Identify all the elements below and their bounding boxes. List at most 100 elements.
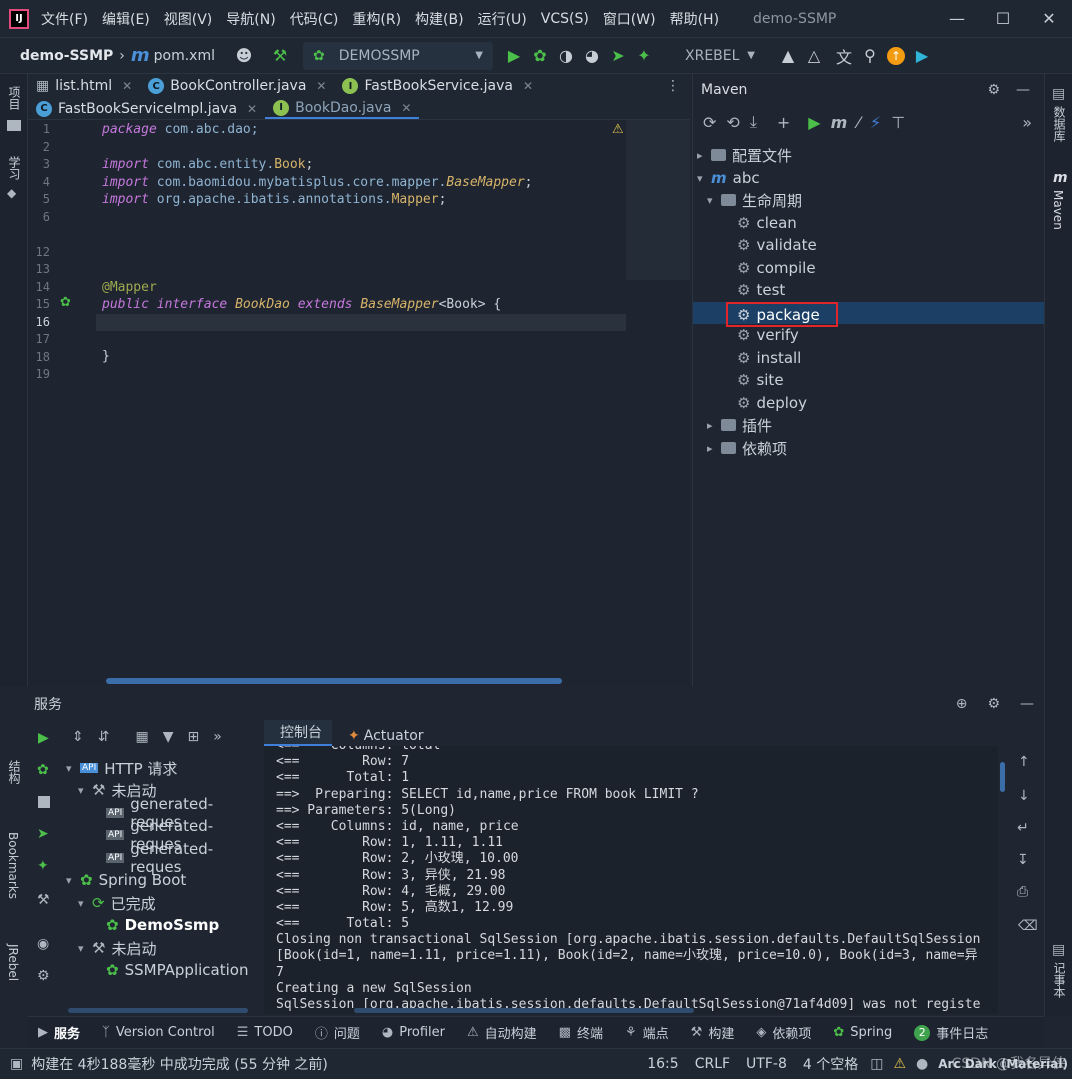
tab-console[interactable]: 控制台 [264, 720, 332, 746]
minimize-button[interactable]: — [934, 0, 980, 38]
console-horizontal-scrollbar[interactable] [354, 1008, 694, 1013]
jrebel-debug-icon[interactable]: ✦ [37, 858, 49, 874]
tree-node-lifecycle[interactable]: ▾ 生命周期 [707, 189, 802, 211]
breadcrumb-project[interactable]: demo-SSMP [20, 48, 113, 64]
project-tool-button[interactable]: 项目 [6, 86, 23, 110]
goal-clean[interactable]: ⚙ clean [737, 212, 797, 234]
console-vertical-scrollbar[interactable] [1000, 762, 1005, 792]
search-icon[interactable]: ⚲ [857, 43, 883, 69]
group-icon[interactable]: ▦ [135, 729, 148, 745]
debug-icon[interactable]: ✿ [527, 43, 553, 69]
more-icon[interactable]: » [1022, 113, 1032, 132]
settings-cog-icon[interactable]: ⚙ [37, 968, 50, 984]
menu-edit[interactable]: 编辑(E) [102, 9, 150, 29]
tree-node-config[interactable]: ▸ 配置文件 [697, 144, 792, 166]
editor-horizontal-scrollbar[interactable] [106, 678, 562, 684]
run-icon[interactable]: ▶ [38, 730, 49, 746]
xrebel-settings-icon[interactable]: △ [801, 43, 827, 69]
close-icon[interactable]: ✕ [122, 79, 132, 93]
toolwindow-dependencies[interactable]: ◈ 依赖项 [756, 1023, 811, 1042]
build-hammer-icon[interactable]: ⚒ [267, 43, 293, 69]
offline-icon[interactable]: ⚡ [870, 113, 881, 132]
breadcrumb-file[interactable]: pom.xml [154, 48, 215, 64]
file-encoding[interactable]: UTF-8 [746, 1056, 787, 1072]
tree-node-ssmpapplication[interactable]: ✿ SSMPApplication [106, 959, 248, 981]
xrebel-icon[interactable]: ▲ [775, 43, 801, 69]
goal-test[interactable]: ⚙ test [737, 279, 785, 301]
toolwindow-endpoints[interactable]: ⚘ 端点 [625, 1023, 669, 1042]
arrow-down-icon[interactable]: ↓ [1018, 788, 1030, 804]
goal-compile[interactable]: ⚙ compile [737, 257, 816, 279]
tree-node-http[interactable]: ▾ API HTTP 请求 [66, 757, 177, 779]
toolwindow-problems[interactable]: ⓘ 问题 [315, 1023, 360, 1042]
more-icon[interactable]: » [213, 729, 222, 745]
toolbox-icon[interactable]: ▶ [909, 43, 935, 69]
menu-view[interactable]: 视图(V) [164, 9, 213, 29]
status-toggle-icon[interactable]: ▣ [10, 1056, 23, 1072]
jrebel-run-icon[interactable]: ➤ [605, 43, 631, 69]
console-output[interactable]: <== Columns: total <== Row: 7 <== Total:… [264, 746, 998, 1014]
notebook-tool-button[interactable]: 记事本 [1051, 962, 1068, 998]
lock-icon[interactable]: ◫ [870, 1056, 883, 1072]
reload-icon[interactable]: ⟳ [703, 113, 716, 132]
jrebel-run-icon[interactable]: ➤ [37, 826, 49, 842]
collapse-all-icon[interactable]: ⊤ [891, 113, 905, 132]
debug-icon[interactable]: ✿ [37, 762, 49, 778]
spring-bean-icon[interactable]: ✿ [60, 295, 71, 310]
menu-file[interactable]: 文件(F) [41, 9, 88, 29]
stop-icon[interactable] [38, 796, 50, 808]
tab-list-html[interactable]: ▦ list.html ✕ [28, 74, 140, 98]
trash-icon[interactable]: ⌫ [1018, 918, 1038, 934]
indent-setting[interactable]: 4 个空格 [803, 1054, 858, 1074]
toolwindow-terminal[interactable]: ▩ 终端 [559, 1023, 603, 1042]
add-icon[interactable]: + [777, 113, 790, 132]
expand-all-icon[interactable]: ⇕ [72, 729, 84, 745]
close-button[interactable]: ✕ [1026, 0, 1072, 38]
gear-icon[interactable]: ⚙ [987, 696, 1000, 712]
xrebel-select[interactable]: XREBEL ▼ [675, 42, 765, 70]
tab-fastbookserviceimpl[interactable]: C FastBookServiceImpl.java ✕ [28, 98, 265, 119]
toolwindow-build[interactable]: ⚒ 构建 [691, 1023, 735, 1042]
run-icon[interactable]: ▶ [501, 43, 527, 69]
goal-install[interactable]: ⚙ install [737, 347, 801, 369]
toolwindow-auto-build[interactable]: ⚠ 自动构建 [467, 1023, 537, 1042]
tree-node-finished[interactable]: ▾ ⟳ 已完成 [78, 892, 156, 914]
gear-icon[interactable]: ⚙ [987, 82, 1000, 98]
soft-wrap-icon[interactable]: ↵ [1017, 820, 1029, 836]
run-maven-icon[interactable]: ▶ [808, 113, 820, 132]
line-separator[interactable]: CRLF [695, 1056, 730, 1072]
toolwindow-todo[interactable]: ☰ TODO [237, 1025, 293, 1040]
close-icon[interactable]: ✕ [316, 79, 326, 93]
toolwindow-profiler[interactable]: ◕ Profiler [382, 1025, 445, 1040]
menu-run[interactable]: 运行(U) [478, 9, 527, 29]
menu-vcs[interactable]: VCS(S) [541, 11, 589, 27]
new-service-icon[interactable]: ⊞ [187, 729, 199, 745]
jrebel-tool-button[interactable]: JRebel [6, 944, 20, 981]
tree-node-request[interactable]: API generated-reques [106, 840, 262, 876]
git-status-icon[interactable]: ● [916, 1056, 928, 1072]
maven-tool-button[interactable]: Maven [1051, 190, 1065, 230]
hide-icon[interactable]: — [1020, 696, 1034, 712]
status-message[interactable]: 构建在 4秒188毫秒 中成功完成 (55 分钟 之前) [31, 1054, 328, 1074]
close-icon[interactable]: ✕ [523, 79, 533, 93]
tree-node-dependencies[interactable]: ▸ 依赖项 [707, 437, 787, 459]
goal-site[interactable]: ⚙ site [737, 369, 784, 391]
tree-node-not-started-2[interactable]: ▾ ⚒ 未启动 [78, 937, 156, 959]
notification-icon[interactable]: ⚠ [893, 1056, 906, 1072]
hide-icon[interactable]: — [1016, 82, 1030, 98]
camera-icon[interactable]: ◉ [37, 936, 49, 952]
tree-node-project[interactable]: ▾ m abc [697, 167, 760, 189]
tab-bookdao[interactable]: I BookDao.java ✕ [265, 98, 420, 119]
more-tabs-icon[interactable]: ⋮ [666, 78, 680, 94]
toolwindow-version-control[interactable]: ᛉ Version Control [102, 1025, 215, 1040]
run-config-select[interactable]: ✿ DEMOSSMP ▼ [303, 41, 493, 70]
tree-node-plugins[interactable]: ▸ 插件 [707, 414, 772, 436]
reload-folder-icon[interactable]: ⟲ [726, 113, 739, 132]
toolwindow-event-log[interactable]: 2 事件日志 [914, 1023, 988, 1042]
jrebel-debug-icon[interactable]: ✦ [631, 43, 657, 69]
database-tool-button[interactable]: 数据库 [1051, 106, 1068, 142]
user-icon[interactable]: ☻ [231, 43, 257, 69]
maximize-button[interactable]: ☐ [980, 0, 1026, 38]
wrench-icon[interactable]: ⚒ [37, 892, 50, 908]
filter-icon[interactable]: ▼ [163, 729, 174, 745]
